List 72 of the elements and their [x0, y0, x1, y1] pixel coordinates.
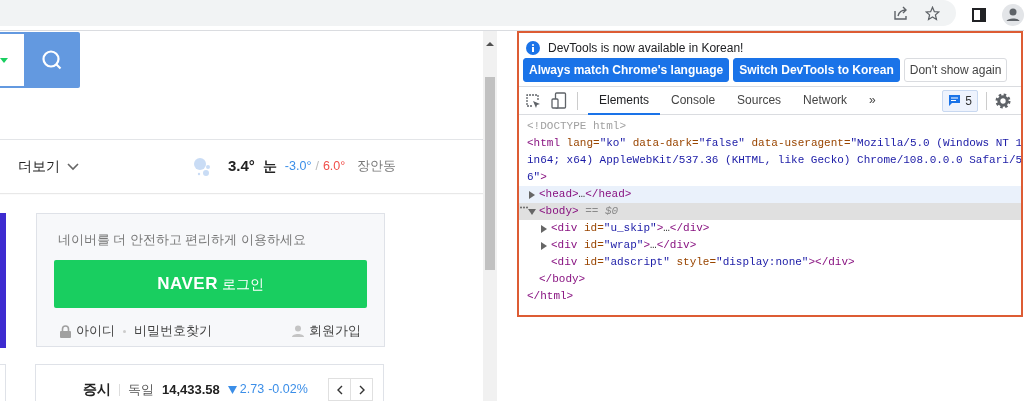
person-icon [292, 325, 304, 338]
code-line: <div id="wrap">…</div> [551, 238, 697, 253]
code-line: in64; x64) AppleWebKit/537.36 (KHTML, like Gecko) Chrome/108.0.0.0 Safari/5 [527, 153, 1021, 168]
code-line: <div id="u_skip">…</div> [551, 221, 710, 236]
tree-row[interactable]: <div id="adscript" style="display:none"></div> [519, 254, 1021, 271]
login-link[interactable]: 회원가입 [309, 321, 361, 341]
login-message: 네이버를 더 안전하고 편리하게 이용하세요 [58, 232, 307, 249]
search-button[interactable] [0, 32, 80, 88]
more-tabs-button[interactable]: » [858, 86, 887, 115]
chevron-right-icon [358, 384, 365, 395]
tree-row[interactable]: <head>…</head> [519, 186, 1021, 203]
more-dots-icon[interactable] [520, 206, 528, 209]
notice-button[interactable]: Don't show again [903, 58, 1008, 82]
code-line: <!DOCTYPE html> [527, 119, 628, 134]
more-link[interactable]: 더보기 [18, 156, 60, 177]
collapsed-arrow-icon[interactable] [540, 242, 548, 250]
devtools-tab[interactable]: Network [792, 86, 859, 115]
login-link[interactable]: 비밀번호찾기 [134, 321, 212, 341]
chevron-down-icon[interactable] [67, 162, 79, 171]
code-line: <head>…</head> [539, 187, 632, 202]
pager-button[interactable] [328, 378, 351, 401]
collapsed-arrow-icon[interactable] [540, 225, 548, 233]
device-icon[interactable] [551, 92, 567, 109]
high-temperature: 6.0° [322, 158, 346, 176]
code-line: <body> == $0 [539, 204, 619, 219]
devtools-tab[interactable]: Console [660, 86, 727, 115]
market-name: 독일 [128, 380, 154, 399]
share-icon[interactable] [893, 5, 909, 21]
star-icon[interactable] [925, 5, 940, 21]
change-percent: -0.02% [268, 381, 308, 399]
location-text: 장안동 [357, 158, 397, 176]
devtools-tab[interactable]: Sources [726, 86, 793, 115]
chevron-left-icon [336, 384, 343, 395]
separator-text: / [315, 158, 319, 176]
change-value: 2.73 [239, 381, 265, 399]
notice-text: DevTools is now available in Korean! [548, 40, 744, 57]
pager-button[interactable] [350, 378, 373, 401]
low-temperature: -3.0° [284, 158, 312, 176]
scrollbar[interactable] [483, 31, 497, 401]
scroll-up-icon[interactable] [485, 41, 495, 47]
tree-row[interactable]: <div id="u_skip">…</div> [519, 220, 1021, 237]
side-panel-icon[interactable] [972, 8, 986, 22]
tree-row[interactable]: <html lang="ko" data-dark="false" data-useragent="Mozilla/5.0 (Windows NT 1 in64; x64) AppleWebKit/537.36 (KHTML, like Gecko) Chrome/108.0.0.0 Safari/5 6"> [519, 135, 1021, 186]
code-line: <div id="adscript" style="display:none"></div> [551, 255, 855, 270]
message-icon [948, 94, 962, 107]
notice-button[interactable]: Switch DevTools to Korean [733, 58, 900, 82]
info-icon [526, 41, 540, 55]
issues-button[interactable]: 5 [942, 89, 978, 112]
stock-label: 증시 [83, 380, 111, 399]
inspect-icon[interactable] [525, 92, 541, 109]
issues-count: 5 [965, 92, 972, 110]
snow-icon [193, 156, 212, 177]
code-line: 6"> [527, 170, 548, 185]
collapsed-arrow-icon[interactable] [528, 191, 536, 199]
code-line: </html> [527, 289, 575, 304]
code-line: </body> [539, 272, 587, 287]
index-value: 14,433.58 [162, 380, 220, 399]
dropdown-caret-icon [0, 57, 8, 63]
tree-row[interactable]: <body> == $0 [519, 203, 1021, 220]
expanded-arrow-icon[interactable] [528, 208, 536, 216]
tree-row[interactable]: <div id="wrap">…</div> [519, 237, 1021, 254]
code-line: <html lang="ko" data-dark="false" data-useragent="Mozilla/5.0 (Windows NT 1 [527, 136, 1021, 151]
settings-icon[interactable] [995, 92, 1011, 109]
lock-icon [60, 324, 71, 338]
devtools-tab[interactable]: Elements [588, 86, 661, 115]
temperature-text: 3.4° [228, 156, 255, 177]
login-link[interactable]: 아이디 [76, 321, 115, 341]
weather-condition: 눈 [262, 157, 277, 176]
search-icon [41, 49, 63, 71]
separator-dot [123, 329, 126, 333]
notice-button[interactable]: Always match Chrome's language [523, 58, 730, 82]
avatar-icon[interactable] [1002, 4, 1024, 26]
